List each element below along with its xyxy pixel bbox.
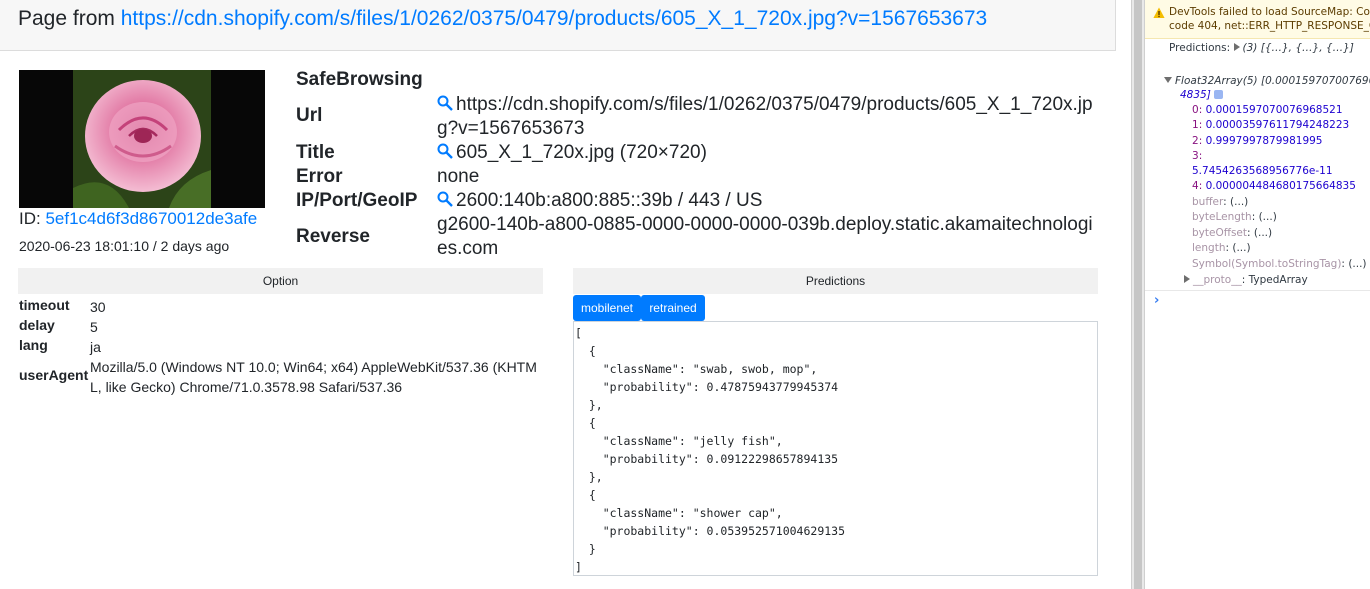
search-icon[interactable] <box>437 143 453 159</box>
url-value: https://cdn.shopify.com/s/files/1/0262/0… <box>437 93 1097 141</box>
ip-text: 2600:140b:a800:885::39b / 443 / US <box>456 190 763 211</box>
entry-key: 2 <box>1192 135 1199 147</box>
predictions-output[interactable]: [ { "className": "swab, swob, mop", "pro… <box>573 321 1098 576</box>
entry-value: 0.00003597611794248223 <box>1205 119 1350 131</box>
array-prop[interactable]: Symbol(Symbol.toStringTag): (...) <box>1192 257 1367 271</box>
entry-value: 0.0001597070076968521 <box>1205 104 1343 116</box>
warning-line-1: DevTools failed to load SourceMap: Cou <box>1169 6 1370 18</box>
error-label: Error <box>296 166 343 187</box>
predictions-json: [ { "className": "swab, swob, mop", "pro… <box>575 326 846 574</box>
option-value: 30 <box>90 299 106 315</box>
prop-key: length <box>1192 242 1226 254</box>
warning-icon <box>1153 7 1165 18</box>
array-entry: 0: 0.0001597070076968521 <box>1192 104 1343 116</box>
collapse-arrow-icon[interactable] <box>1164 77 1172 83</box>
float32array-header-cont: 4835] <box>1180 88 1224 102</box>
page-header: Page from https://cdn.shopify.com/s/file… <box>0 0 1116 51</box>
screenshot-thumbnail[interactable] <box>19 70 265 208</box>
proto-key: __proto__ <box>1193 274 1242 286</box>
console-divider <box>1145 290 1370 292</box>
console-predictions-log[interactable]: Predictions: (3) [{…}, {…}, {…}] <box>1169 41 1354 55</box>
page-title-prefix: Page from <box>18 7 121 30</box>
search-icon[interactable] <box>437 95 453 111</box>
prop-key: byteOffset <box>1192 227 1248 239</box>
image-id: ID: 5ef1c4d6f3d8670012de3afe <box>19 209 257 229</box>
safebrowsing-label: SafeBrowsing <box>296 69 423 90</box>
float32array-header-cont-text: 4835] <box>1180 89 1211 101</box>
page-url-link[interactable]: https://cdn.shopify.com/s/files/1/0262/0… <box>121 7 988 30</box>
prop-value[interactable]: (...) <box>1259 211 1277 223</box>
array-entry-value-wrap: 5.7454263568956776e-11 <box>1192 165 1333 177</box>
prop-key: buffer <box>1192 196 1224 208</box>
expand-arrow-icon[interactable] <box>1184 275 1190 283</box>
tab-retrained[interactable]: retrained <box>641 295 705 321</box>
prop-value[interactable]: (...) <box>1230 196 1248 208</box>
ip-label: IP/Port/GeoIP <box>296 190 418 211</box>
main-page: Page from https://cdn.shopify.com/s/file… <box>0 0 1131 589</box>
float32array-header[interactable]: Float32Array(5) [0.000159707007696 <box>1164 74 1370 88</box>
prop-value[interactable]: (...) <box>1254 227 1272 239</box>
devtools-resize-handle[interactable] <box>1131 0 1145 589</box>
option-key: timeout <box>19 297 70 313</box>
entry-value: 0.000004484680175664835 <box>1205 180 1356 192</box>
entry-key: 0 <box>1192 104 1199 116</box>
predictions-log-label: Predictions: <box>1169 42 1231 54</box>
entry-key: 3 <box>1192 150 1199 162</box>
reverse-label: Reverse <box>296 226 370 247</box>
title-label: Title <box>296 142 335 163</box>
search-icon[interactable] <box>437 191 453 207</box>
warning-line-2: code 404, net::ERR_HTTP_RESPONSE_C <box>1169 20 1370 32</box>
page-title: Page from https://cdn.shopify.com/s/file… <box>18 7 987 31</box>
option-value: 5 <box>90 319 98 335</box>
sourcemap-warning: DevTools failed to load SourceMap: Cou co… <box>1145 0 1370 39</box>
prop-key: Symbol(Symbol.toStringTag) <box>1192 258 1342 270</box>
url-label: Url <box>296 105 323 126</box>
image-date: 2020-06-23 18:01:10 / 2 days ago <box>19 238 230 254</box>
console-prompt-icon[interactable]: › <box>1154 293 1159 308</box>
url-text: https://cdn.shopify.com/s/files/1/0262/0… <box>437 94 1093 139</box>
option-key: userAgent <box>19 367 89 383</box>
prop-key: byteLength <box>1192 211 1252 223</box>
entry-key: 4 <box>1192 180 1199 192</box>
prop-value[interactable]: (...) <box>1232 242 1250 254</box>
error-value: none <box>437 166 480 187</box>
entry-key: 1 <box>1192 119 1199 131</box>
option-value: Mozilla/5.0 (Windows NT 10.0; Win64; x64… <box>90 359 537 395</box>
scrollbar[interactable] <box>1134 0 1142 589</box>
array-prop[interactable]: byteLength: (...) <box>1192 210 1277 224</box>
rose-image <box>19 70 265 208</box>
reverse-value: g2600-140b-a800-0885-0000-0000-0000-039b… <box>437 214 1093 259</box>
array-entry: 3: <box>1192 150 1203 162</box>
devtools-console: DevTools failed to load SourceMap: Cou co… <box>1145 0 1370 589</box>
image-id-label: ID: <box>19 209 46 228</box>
predictions-preview: (3) [{…}, {…}, {…}] <box>1242 42 1354 54</box>
title-value: 605_X_1_720x.jpg (720×720) <box>437 141 1097 165</box>
info-icon[interactable] <box>1214 90 1224 99</box>
entry-value: 0.9997997879981995 <box>1205 135 1323 147</box>
prop-value[interactable]: (...) <box>1348 258 1366 270</box>
ip-value: 2600:140b:a800:885::39b / 443 / US <box>437 189 1097 213</box>
predictions-heading: Predictions <box>573 268 1098 294</box>
expand-arrow-icon[interactable] <box>1233 43 1240 51</box>
array-prop[interactable]: byteOffset: (...) <box>1192 226 1272 240</box>
option-heading: Option <box>18 268 543 294</box>
proto-entry[interactable]: __proto__: TypedArray <box>1184 273 1308 287</box>
array-entry: 1: 0.00003597611794248223 <box>1192 119 1350 131</box>
option-value: ja <box>90 339 101 355</box>
title-text: 605_X_1_720x.jpg (720×720) <box>456 142 707 163</box>
tab-mobilenet[interactable]: mobilenet <box>573 295 641 321</box>
array-entry: 4: 0.000004484680175664835 <box>1192 180 1356 192</box>
array-prop[interactable]: buffer: (...) <box>1192 195 1248 209</box>
float32array-label: Float32Array(5) [0.000159707007696 <box>1175 75 1370 87</box>
image-id-link[interactable]: 5ef1c4d6f3d8670012de3afe <box>45 209 257 228</box>
array-entry: 2: 0.9997997879981995 <box>1192 135 1323 147</box>
proto-value: TypedArray <box>1248 274 1308 286</box>
warning-text: DevTools failed to load SourceMap: Cou co… <box>1169 5 1370 33</box>
option-key: lang <box>19 337 48 353</box>
array-prop[interactable]: length: (...) <box>1192 241 1251 255</box>
option-key: delay <box>19 317 55 333</box>
